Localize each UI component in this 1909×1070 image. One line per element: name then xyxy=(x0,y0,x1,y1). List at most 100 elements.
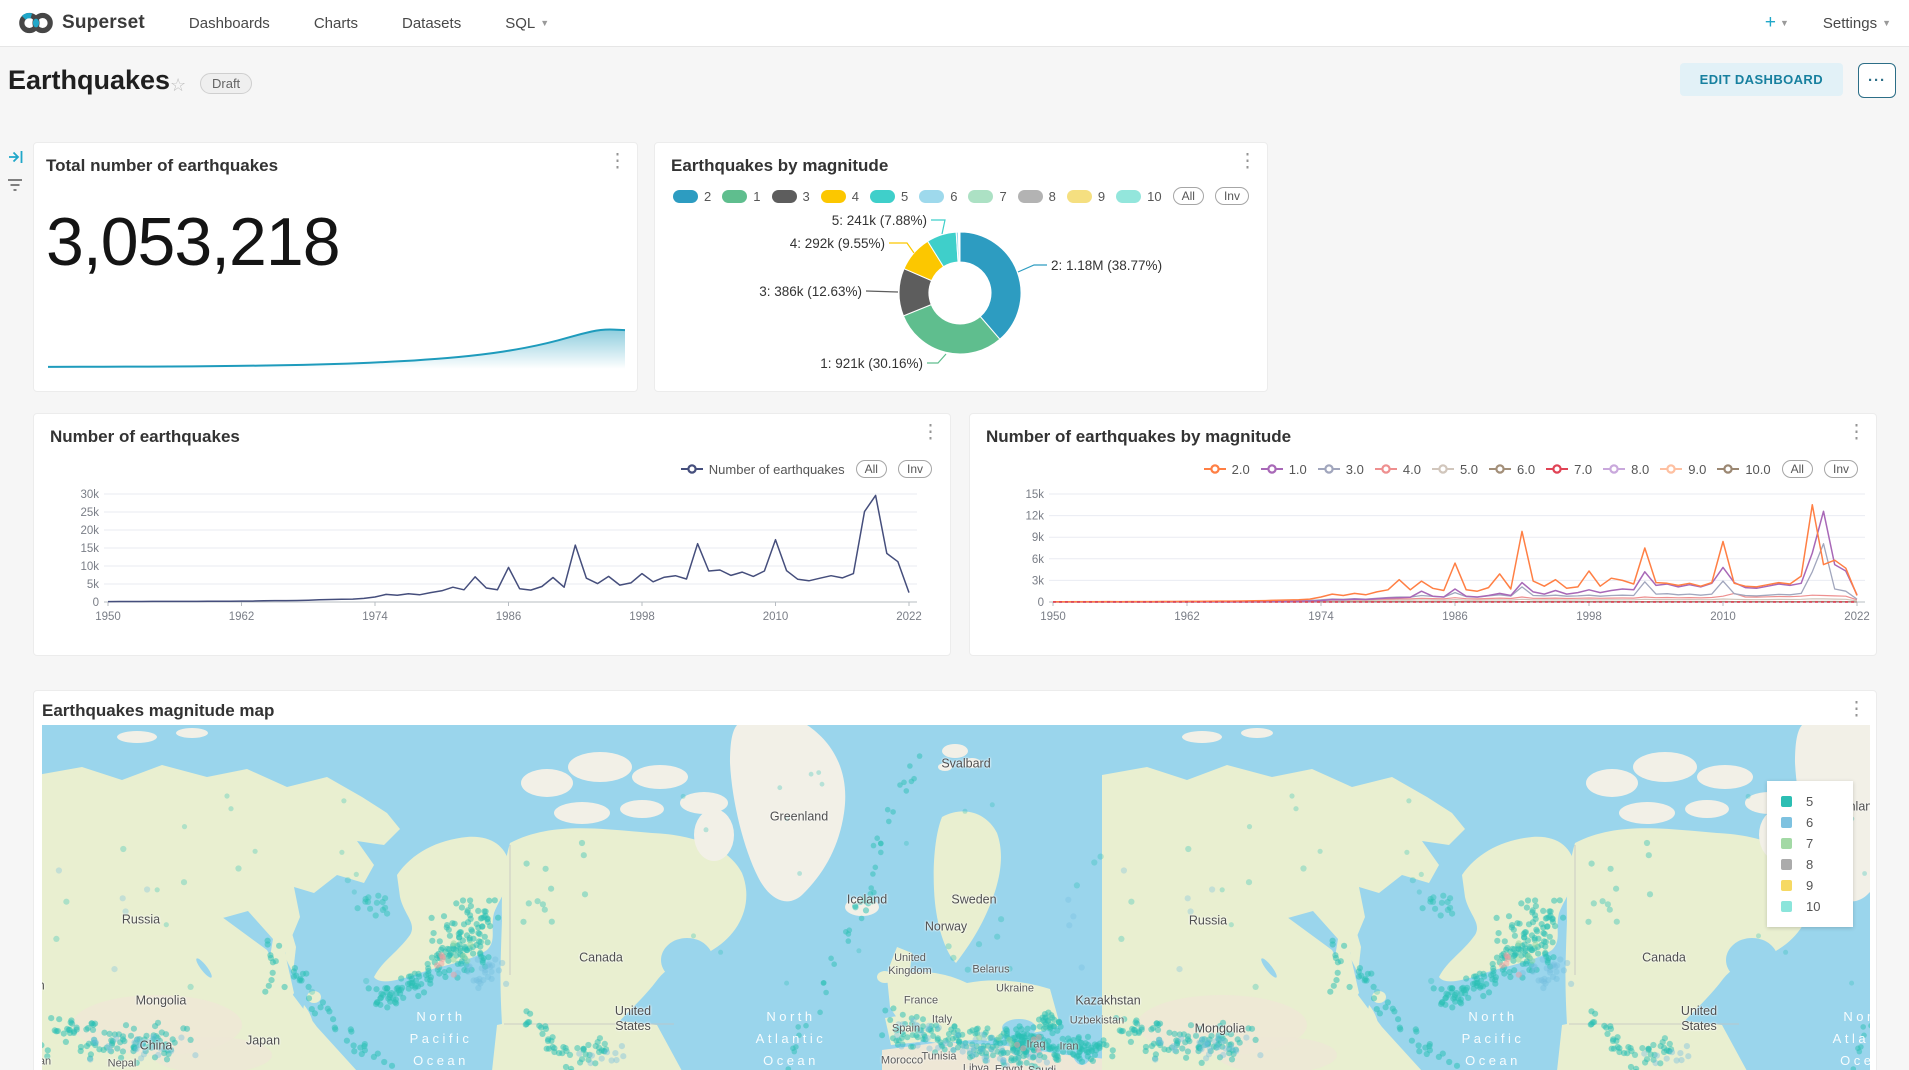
map-legend: 5 6 7 8 9 10 xyxy=(1767,781,1853,927)
settings-menu[interactable]: Settings ▼ xyxy=(1823,15,1891,32)
line-ring-marker xyxy=(1204,464,1226,474)
map-legend-item-7[interactable]: 7 xyxy=(1781,833,1853,854)
legend-label: Number of earthquakes xyxy=(709,462,845,477)
legend-item-10.0[interactable]: 10.0 xyxy=(1717,462,1770,477)
donut-callout: 5: 241k (7.88%) xyxy=(832,213,927,228)
legend-label: 5 xyxy=(901,189,908,204)
legend-item-4[interactable]: 4 xyxy=(821,189,859,204)
legend-swatch xyxy=(673,190,698,203)
line-ring-marker xyxy=(1603,464,1625,474)
legend-item-1[interactable]: 1 xyxy=(722,189,760,204)
legend-inv-pill[interactable]: Inv xyxy=(1215,187,1249,205)
legend-all-pill[interactable]: All xyxy=(1173,187,1204,205)
svg-text:2010: 2010 xyxy=(763,611,789,623)
map-legend-label: 6 xyxy=(1806,815,1813,830)
legend-item-8[interactable]: 8 xyxy=(1018,189,1056,204)
legend-item-7.0[interactable]: 7.0 xyxy=(1546,462,1592,477)
donut-chart[interactable] xyxy=(655,143,1269,393)
nav-item-dashboards[interactable]: Dashboards xyxy=(189,15,270,32)
legend-item-8.0[interactable]: 8.0 xyxy=(1603,462,1649,477)
legend-item-3.0[interactable]: 3.0 xyxy=(1318,462,1364,477)
nav-item-sql[interactable]: SQL▼ xyxy=(505,15,549,32)
donut-callout: 2: 1.18M (38.77%) xyxy=(1051,258,1162,273)
chart-menu-icon[interactable]: ⋮ xyxy=(1847,701,1866,719)
map-legend-item-8[interactable]: 8 xyxy=(1781,854,1853,875)
svg-text:1974: 1974 xyxy=(1308,611,1334,623)
nav-item-datasets[interactable]: Datasets xyxy=(402,15,461,32)
legend-inv-pill[interactable]: Inv xyxy=(898,460,932,478)
filter-icon[interactable] xyxy=(6,176,24,199)
plus-icon: + xyxy=(1765,12,1776,34)
legend-label: 5.0 xyxy=(1460,462,1478,477)
legend-item-3[interactable]: 3 xyxy=(772,189,810,204)
chart-menu-icon[interactable]: ⋮ xyxy=(608,153,627,171)
line-chart[interactable]: 05k10k15k20k25k30k1950196219741986199820… xyxy=(34,476,952,651)
big-number-value: 3,053,218 xyxy=(46,203,340,281)
chart-card-earthquakes-by-magnitude: Earthquakes by magnitude ⋮ 21345678910Al… xyxy=(654,142,1268,392)
map-legend-item-9[interactable]: 9 xyxy=(1781,875,1853,896)
svg-text:1962: 1962 xyxy=(229,611,255,623)
nav-item-charts[interactable]: Charts xyxy=(314,15,358,32)
legend-label: 9 xyxy=(1098,189,1105,204)
legend-label: 4 xyxy=(852,189,859,204)
svg-text:10k: 10k xyxy=(80,561,99,573)
line-ring-marker xyxy=(681,464,703,474)
legend-item-1.0[interactable]: 1.0 xyxy=(1261,462,1307,477)
map-legend-item-6[interactable]: 6 xyxy=(1781,812,1853,833)
legend-item-number-of-earthquakes[interactable]: Number of earthquakes xyxy=(681,462,845,477)
favorite-star-icon[interactable]: ☆ xyxy=(170,75,186,96)
legend-inv-pill[interactable]: Inv xyxy=(1824,460,1858,478)
legend-label: 2 xyxy=(704,189,711,204)
legend-all-pill[interactable]: All xyxy=(856,460,887,478)
svg-text:1962: 1962 xyxy=(1174,611,1200,623)
legend-item-6.0[interactable]: 6.0 xyxy=(1489,462,1535,477)
legend-item-4.0[interactable]: 4.0 xyxy=(1375,462,1421,477)
legend-item-2[interactable]: 2 xyxy=(673,189,711,204)
legend-item-2.0[interactable]: 2.0 xyxy=(1204,462,1250,477)
expand-filter-bar-icon[interactable] xyxy=(7,148,25,171)
legend-label: 10.0 xyxy=(1745,462,1770,477)
legend-item-10[interactable]: 10 xyxy=(1116,189,1161,204)
map-legend-item-10[interactable]: 10 xyxy=(1781,896,1853,917)
legend-label: 1.0 xyxy=(1289,462,1307,477)
map-legend-item-5[interactable]: 5 xyxy=(1781,791,1853,812)
status-badge: Draft xyxy=(200,73,252,94)
map-legend-swatch xyxy=(1781,901,1792,912)
chart-menu-icon[interactable]: ⋮ xyxy=(1847,424,1866,442)
chevron-down-icon: ▼ xyxy=(540,18,549,28)
svg-text:0: 0 xyxy=(93,597,99,609)
chart-menu-icon[interactable]: ⋮ xyxy=(921,424,940,442)
legend-item-5.0[interactable]: 5.0 xyxy=(1432,462,1478,477)
svg-text:1986: 1986 xyxy=(496,611,522,623)
chart-menu-icon[interactable]: ⋮ xyxy=(1238,153,1257,171)
chart-title: Earthquakes magnitude map xyxy=(42,701,274,721)
map-legend-label: 10 xyxy=(1806,899,1820,914)
chart-card-magnitude-map: Earthquakes magnitude map ⋮ xyxy=(33,690,1877,1070)
world-map[interactable]: RussiaMongoliaChinaJapanKazakhstanTajiki… xyxy=(42,725,1870,1070)
legend-swatch xyxy=(919,190,944,203)
legend-item-6[interactable]: 6 xyxy=(919,189,957,204)
map-legend-label: 8 xyxy=(1806,857,1813,872)
chevron-down-icon: ▼ xyxy=(1882,18,1891,28)
map-legend-swatch xyxy=(1781,859,1792,870)
legend-all-pill[interactable]: All xyxy=(1782,460,1813,478)
legend-item-7[interactable]: 7 xyxy=(968,189,1006,204)
donut-legend: 213 4 5678 9 10 All Inv xyxy=(655,187,1267,205)
line-chart-legend: 2.0 1.0 3.0 4.0 5.0 6.0 7.0 8.0 9.0 10.0 All Inv xyxy=(1204,460,1858,478)
legend-swatch xyxy=(821,190,846,203)
edit-dashboard-button[interactable]: EDIT DASHBOARD xyxy=(1680,63,1843,96)
chevron-down-icon: ▼ xyxy=(1780,18,1789,28)
legend-item-5[interactable]: 5 xyxy=(870,189,908,204)
legend-item-9[interactable]: 9 xyxy=(1067,189,1105,204)
more-actions-button[interactable]: ··· xyxy=(1858,63,1896,98)
multi-line-chart[interactable]: 03k6k9k12k15k195019621974198619982010202… xyxy=(970,476,1878,651)
donut-callout: 3: 386k (12.63%) xyxy=(759,284,862,299)
legend-swatch xyxy=(1116,190,1141,203)
chart-card-number-of-earthquakes: Number of earthquakes ⋮ Number of earthq… xyxy=(33,413,951,656)
legend-item-9.0[interactable]: 9.0 xyxy=(1660,462,1706,477)
chart-title: Total number of earthquakes xyxy=(46,156,278,176)
superset-logo[interactable]: Superset xyxy=(18,10,145,36)
svg-text:0: 0 xyxy=(1038,597,1044,609)
line-chart-legend: Number of earthquakes All Inv xyxy=(681,460,932,478)
add-button[interactable]: + ▼ xyxy=(1765,12,1789,34)
